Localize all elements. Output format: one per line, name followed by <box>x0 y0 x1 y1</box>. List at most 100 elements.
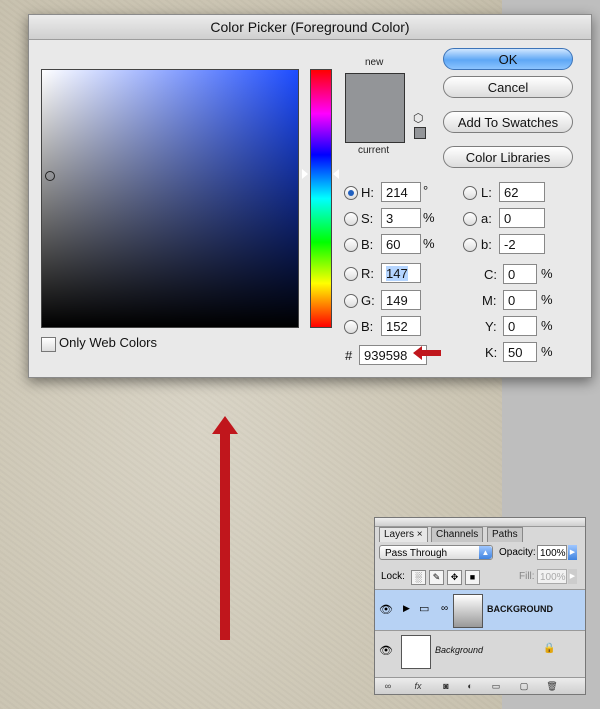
opacity-input[interactable]: 100% <box>537 545 567 560</box>
lock-brush-icon[interactable]: ✎ <box>429 570 444 585</box>
layers-toolbar: ∞ fx ◙ ◐ ▭ ▢ 🗑 <box>375 677 585 694</box>
layer-thumbnail[interactable] <box>401 635 431 669</box>
trash-icon[interactable]: 🗑 <box>545 680 559 692</box>
hex-pointer-arrow <box>413 346 441 360</box>
fill-input[interactable]: 100% <box>537 569 567 584</box>
a-channel-input[interactable]: 0 <box>499 208 545 228</box>
ok-button[interactable]: OK <box>443 48 573 70</box>
magenta-unit: % <box>541 292 553 307</box>
red-label: R: <box>361 266 374 281</box>
layer-row-group[interactable]: 👁 ▶ ▭ ∞ BACKGROUND <box>375 589 585 630</box>
hue-input[interactable]: 214 <box>381 182 421 202</box>
saturation-radio[interactable] <box>344 212 358 226</box>
green-radio[interactable] <box>344 294 358 308</box>
blend-mode-select[interactable]: Pass Through ▲ <box>379 545 493 560</box>
blue-label: B: <box>361 319 374 334</box>
new-current-swatch <box>345 73 405 143</box>
yellow-label: Y: <box>485 319 497 334</box>
pointer-arrow-up <box>212 416 238 640</box>
hue-slider[interactable] <box>310 69 332 328</box>
gamut-cube-icon[interactable]: ⬡ <box>413 112 425 124</box>
cyan-label: C: <box>484 267 497 282</box>
lock-label: Lock: <box>381 571 405 582</box>
close-icon[interactable]: × <box>417 529 423 540</box>
cyan-unit: % <box>541 266 553 281</box>
yellow-input[interactable]: 0 <box>503 316 537 336</box>
link-icon[interactable]: ∞ <box>441 603 448 614</box>
color-field-marker[interactable] <box>45 171 55 181</box>
green-label: G: <box>361 293 375 308</box>
eye-icon[interactable]: 👁 <box>379 603 393 617</box>
b-channel-radio[interactable] <box>463 238 477 252</box>
green-input[interactable]: 149 <box>381 290 421 310</box>
brightness-input[interactable]: 60 <box>381 234 421 254</box>
tab-layers[interactable]: Layers × <box>379 527 428 542</box>
hex-label: # <box>345 348 353 363</box>
b-channel-input[interactable]: -2 <box>499 234 545 254</box>
layer-mask-thumbnail[interactable] <box>453 594 483 628</box>
saturation-unit: % <box>423 210 435 225</box>
magenta-label: M: <box>482 293 497 308</box>
black-unit: % <box>541 344 553 359</box>
tab-channels[interactable]: Channels <box>431 527 484 542</box>
mask-icon[interactable]: ◙ <box>439 680 453 692</box>
fx-icon[interactable]: fx <box>411 680 425 692</box>
only-web-colors-label: Only Web Colors <box>59 335 158 350</box>
brightness-radio[interactable] <box>344 238 358 252</box>
color-field[interactable] <box>41 69 299 328</box>
fill-label: Fill: <box>519 571 535 582</box>
hue-slider-right-handle[interactable] <box>333 169 339 179</box>
a-channel-label: a: <box>481 211 492 226</box>
eye-icon[interactable]: 👁 <box>379 644 393 658</box>
black-label: K: <box>485 345 498 360</box>
panel-titlebar[interactable] <box>375 518 585 527</box>
current-label: current <box>358 145 390 156</box>
disclosure-triangle-icon[interactable]: ▶ <box>403 603 410 614</box>
magenta-input[interactable]: 0 <box>503 290 537 310</box>
fill-arrow-icon[interactable]: ▶ <box>568 569 577 584</box>
lightness-label: L: <box>481 185 492 200</box>
blue-input[interactable]: 152 <box>381 316 421 336</box>
tab-layers-label: Layers <box>384 529 415 540</box>
lightness-input[interactable]: 62 <box>499 182 545 202</box>
red-radio[interactable] <box>344 267 358 281</box>
brightness-unit: % <box>423 236 435 251</box>
cancel-button[interactable]: Cancel <box>443 76 573 98</box>
saturation-label: S: <box>361 211 374 226</box>
opacity-arrow-icon[interactable]: ▶ <box>568 545 577 560</box>
web-safe-swatch[interactable] <box>414 127 426 139</box>
folder-icon[interactable]: ▭ <box>489 680 503 692</box>
black-input[interactable]: 50 <box>503 342 537 362</box>
saturation-input[interactable]: 3 <box>381 208 421 228</box>
hue-slider-left-handle[interactable] <box>302 169 308 179</box>
hue-label: H: <box>361 185 374 200</box>
cyan-input[interactable]: 0 <box>503 264 537 284</box>
tab-paths[interactable]: Paths <box>487 527 523 542</box>
lock-all-icon[interactable]: ■ <box>465 570 480 585</box>
color-picker-dialog: Color Picker (Foreground Color) new curr… <box>28 14 592 378</box>
a-channel-radio[interactable] <box>463 212 477 226</box>
layer-row-background[interactable]: 👁 Background 🔒 <box>375 630 585 671</box>
add-to-swatches-button[interactable]: Add To Swatches <box>443 111 573 133</box>
lock-transparent-icon[interactable]: ░ <box>411 570 426 585</box>
brightness-label: B: <box>361 237 374 252</box>
link-layers-icon[interactable]: ∞ <box>381 680 395 692</box>
hue-radio[interactable] <box>344 186 358 200</box>
only-web-colors-checkbox[interactable] <box>41 337 56 352</box>
lightness-radio[interactable] <box>463 186 477 200</box>
color-libraries-button[interactable]: Color Libraries <box>443 146 573 168</box>
adjustment-icon[interactable]: ◐ <box>463 680 477 692</box>
lock-icon: 🔒 <box>543 643 556 654</box>
lock-move-icon[interactable]: ✥ <box>447 570 462 585</box>
opacity-label: Opacity: <box>499 547 536 558</box>
folder-icon: ▭ <box>419 603 430 615</box>
b-channel-label: b: <box>481 237 492 252</box>
new-layer-icon[interactable]: ▢ <box>517 680 531 692</box>
hue-unit: ° <box>423 183 429 198</box>
dialog-title: Color Picker (Foreground Color) <box>29 15 591 40</box>
red-input[interactable]: 147 <box>381 263 421 283</box>
new-label: new <box>365 57 384 68</box>
chevron-updown-icon: ▲ <box>479 546 492 559</box>
yellow-unit: % <box>541 318 553 333</box>
blue-radio[interactable] <box>344 320 358 334</box>
